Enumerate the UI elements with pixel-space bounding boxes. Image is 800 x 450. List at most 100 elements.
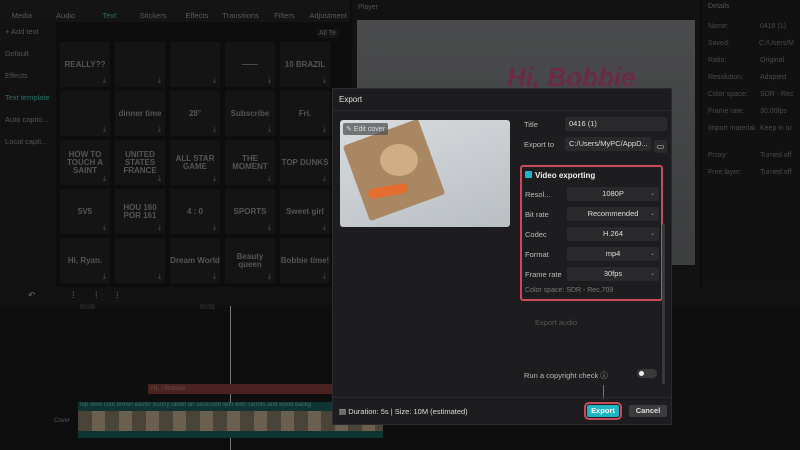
text-template[interactable]: 10 BRAZIL ⤓ [280,42,330,87]
trim-right-icon[interactable]: ⁞ [116,290,119,300]
title-label: Title [524,120,538,129]
all-filter[interactable]: All Te [316,29,339,38]
text-template[interactable]: TOP DUNKS ⤓ [280,140,330,185]
download-icon[interactable]: ⤓ [213,77,216,84]
template-preview: SPORTS [233,206,267,216]
download-icon[interactable]: ⤓ [103,77,106,84]
text-template[interactable]: ⤓ [115,238,165,283]
download-icon[interactable]: ⤓ [103,175,106,182]
split-icon[interactable]: ⁞ [72,290,75,300]
download-icon[interactable]: ⤓ [213,273,216,280]
cancel-button[interactable]: Cancel [629,405,667,417]
text-template[interactable]: Subscribe ⤓ [225,91,275,136]
title-input[interactable]: 0416 (1) [565,117,667,131]
text-template[interactable]: UNITED STATES FRANCE ⤓ [115,140,165,185]
text-template[interactable]: Sweet girl ⤓ [280,189,330,234]
download-icon[interactable]: ⤓ [268,273,271,280]
export-path-input[interactable]: C:/Users/MyPC/AppD... [565,137,651,151]
download-icon[interactable]: ⤓ [268,175,271,182]
text-template[interactable]: —— ⤓ [225,42,275,87]
tab-filters[interactable]: Filters [263,0,307,22]
detail-value: Turned off [760,152,792,159]
download-icon[interactable]: ⤓ [213,126,216,133]
download-icon[interactable]: ⤓ [158,224,161,231]
download-icon[interactable]: ⤓ [103,224,106,231]
text-template[interactable]: ⤓ [170,42,220,87]
text-template[interactable]: Dream World ⤓ [170,238,220,283]
cover-button[interactable]: Cover [54,418,70,424]
sidebar-item[interactable]: Effects [0,66,56,86]
download-icon[interactable]: ⤓ [268,126,271,133]
sidebar-item[interactable]: + Add text [0,22,56,42]
detail-value: C:/Users/M [759,40,794,47]
tab-text[interactable]: Text [88,0,132,22]
text-template[interactable]: Fri. ⤓ [280,91,330,136]
setting-select[interactable]: mp4 ⌄ [567,247,659,261]
video-exporting-section: Video exporting Resol... 1080P ⌄ Bit rate Re… [520,165,663,301]
detail-row: Saved: C:/Users/M [708,40,794,57]
text-template[interactable]: Hi, Ryan. ⤓ [60,238,110,283]
download-icon[interactable]: ⤓ [158,77,161,84]
undo-icon[interactable]: ↶ [28,290,36,301]
export-audio-checkbox[interactable]: Export audio [535,318,577,327]
sidebar-item[interactable]: Text template [0,88,56,108]
text-template[interactable]: 28° ⤓ [170,91,220,136]
color-space: Color space: SDR - Rec.709 [525,287,614,294]
download-icon[interactable]: ⤓ [103,273,106,280]
text-template[interactable]: ALL STAR GAME ⤓ [170,140,220,185]
edit-cover-button[interactable]: ✎ Edit cover [343,123,388,135]
tab-transitions[interactable]: Transitions [219,0,263,22]
setting-select[interactable]: Recommended ⌄ [567,207,659,221]
export-button[interactable]: Export [584,402,622,420]
download-icon[interactable]: ⤓ [268,77,271,84]
text-template[interactable]: ⤓ [115,42,165,87]
download-icon[interactable]: ⤓ [158,273,161,280]
text-template[interactable]: 4 : 0 ⤓ [170,189,220,234]
trim-icon[interactable]: ⁞ [95,290,98,300]
text-template[interactable]: THE MOMENT ⤓ [225,140,275,185]
download-icon[interactable]: ⤓ [158,175,161,182]
tab-adjustment[interactable]: Adjustment [306,0,350,22]
sidebar-item[interactable]: Local capti... [0,132,56,152]
detail-label: Import material: [708,125,757,132]
download-icon[interactable]: ⤓ [103,126,106,133]
setting-select[interactable]: 1080P ⌄ [567,187,659,201]
sidebar-item[interactable]: Auto captio... [0,110,56,130]
detail-value: Original [760,57,785,64]
tab-stickers[interactable]: Stickers [131,0,175,22]
setting-select[interactable]: H.264 ⌄ [567,227,659,241]
text-template[interactable]: 5V5 ⤓ [60,189,110,234]
download-icon[interactable]: ⤓ [323,224,326,231]
tab-effects[interactable]: Effects [175,0,219,22]
video-exporting-checkbox[interactable]: Video exporting [525,171,595,180]
download-icon[interactable]: ⤓ [213,175,216,182]
tab-audio[interactable]: Audio [44,0,88,22]
tab-media[interactable]: Media [0,0,44,22]
setting-label: Frame rate [525,270,562,279]
template-preview: Dream World [170,255,220,265]
sidebar-item[interactable]: Default [0,44,56,64]
template-preview: Hi, Ryan. [67,255,103,265]
copyright-toggle[interactable] [637,369,657,378]
text-template[interactable]: HOU 160 POR 161 ⤓ [115,189,165,234]
scrollbar[interactable] [662,224,665,384]
download-icon[interactable]: ⤓ [213,224,216,231]
detail-value: Turned off [760,169,792,176]
text-template[interactable]: Bobbie time! ⤓ [280,238,330,283]
text-template[interactable]: REALLY?? ⤓ [60,42,110,87]
download-icon[interactable]: ⤓ [323,126,326,133]
text-template[interactable]: ⤓ [60,91,110,136]
download-icon[interactable]: ⤓ [268,224,271,231]
export-dialog: Export ✎ Edit cover Title 0416 (1) Expor… [332,88,672,425]
download-icon[interactable]: ⤓ [323,175,326,182]
setting-select[interactable]: 30fps ⌄ [567,267,659,281]
download-icon[interactable]: ⤓ [323,273,326,280]
text-template[interactable]: Beauty queen ⤓ [225,238,275,283]
text-template[interactable]: dinner time ⤓ [115,91,165,136]
text-template[interactable]: SPORTS ⤓ [225,189,275,234]
template-preview: 10 BRAZIL [284,59,326,69]
download-icon[interactable]: ⤓ [323,77,326,84]
download-icon[interactable]: ⤓ [158,126,161,133]
text-template[interactable]: HOW TO TOUCH A SAINT ⤓ [60,140,110,185]
folder-icon[interactable]: ▭ [654,140,667,153]
